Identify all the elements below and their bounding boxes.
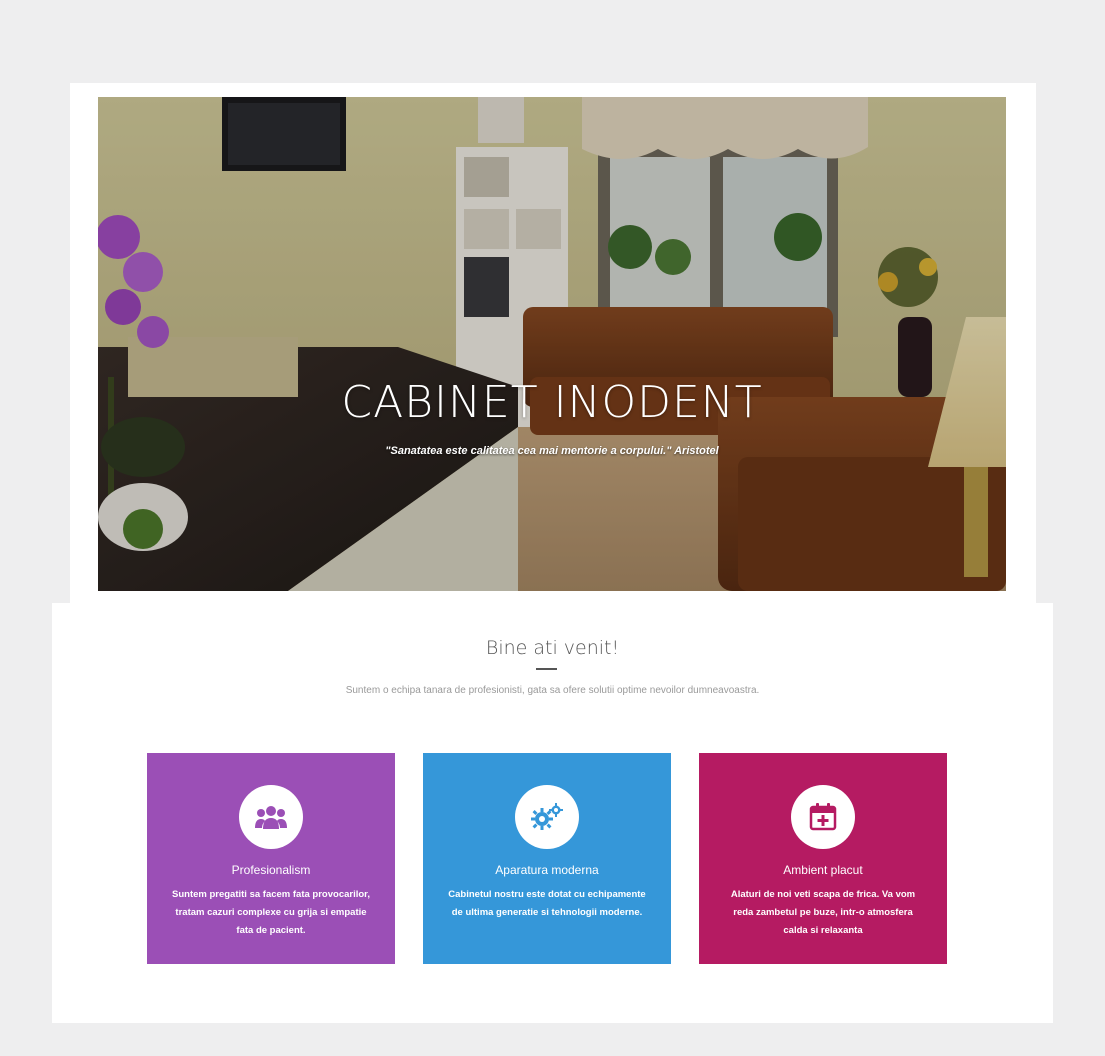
feature-title: Profesionalism (231, 863, 311, 877)
hero-banner: CABINET INODENT "Sanatatea este calitate… (98, 97, 1006, 591)
gears-icon (531, 803, 563, 830)
feature-icon-circle (791, 785, 855, 849)
feature-title: Ambient placut (783, 863, 863, 877)
welcome-section: Bine ati venit! Suntem o echipa tanara d… (52, 603, 1053, 1023)
welcome-divider (536, 668, 557, 670)
calendar-plus-icon (809, 803, 837, 831)
feature-text: Suntem pregatiti sa facem fata provocari… (172, 889, 370, 936)
hero-photo (98, 97, 1006, 591)
feature-card-aparatura: Aparatura moderna Cabinetul nostru este … (423, 753, 671, 964)
welcome-subtitle: Suntem o echipa tanara de profesionisti,… (345, 685, 760, 696)
users-icon (255, 806, 287, 829)
hero-quote: "Sanatatea este calitatea cea mai mentor… (385, 445, 719, 457)
feature-text: Cabinetul nostru este dotat cu echipamen… (448, 889, 646, 918)
feature-card-ambient: Ambient placut Alaturi de noi veti scapa… (699, 753, 947, 964)
feature-icon-circle (239, 785, 303, 849)
welcome-title: Bine ati venit! (485, 637, 620, 659)
feature-icon-circle (515, 785, 579, 849)
feature-title: Aparatura moderna (495, 863, 599, 877)
hero-title: CABINET INODENT (341, 377, 763, 428)
feature-text: Alaturi de noi veti scapa de frica. Va v… (730, 889, 916, 936)
feature-card-profesionalism: Profesionalism Suntem pregatiti sa facem… (147, 753, 395, 964)
